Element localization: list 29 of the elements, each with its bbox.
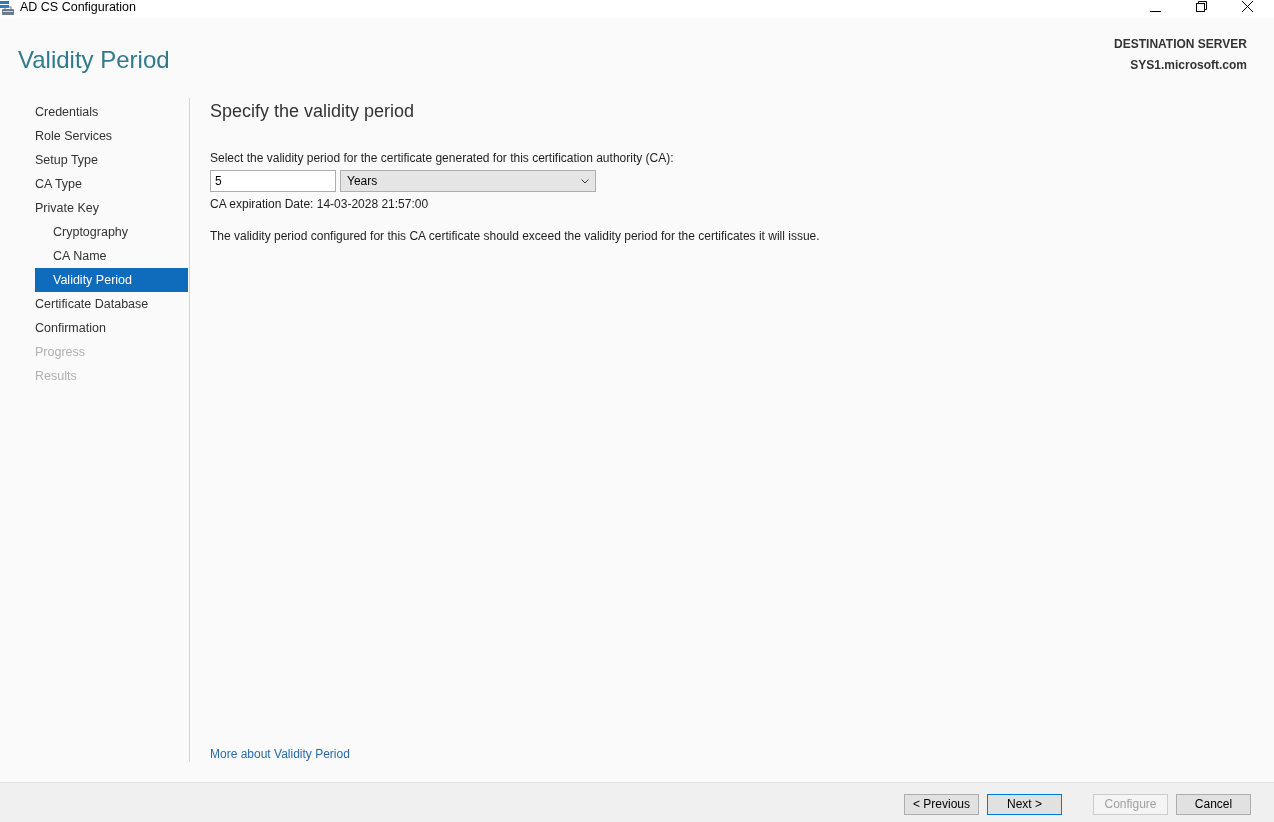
validity-prompt: Select the validity period for the certificate generated for this certification authority (CA): <box>210 151 674 165</box>
page-title: Validity Period <box>18 45 170 75</box>
validity-number-field[interactable]: 5 <box>210 170 336 192</box>
validity-note: The validity period configured for this CA certificate should exceed the validity period for the certificates it will issue. <box>210 229 820 243</box>
nav-item[interactable]: Cryptography <box>35 220 188 244</box>
nav-item[interactable]: Validity Period <box>35 268 188 292</box>
wizard-button[interactable]: Next > <box>987 793 1062 815</box>
nav-item[interactable]: CA Type <box>35 172 188 196</box>
nav-item[interactable]: Confirmation <box>35 316 188 340</box>
restore-icon <box>1195 0 1207 12</box>
section-heading: Specify the validity period <box>210 101 415 121</box>
help-link[interactable]: More about Validity Period <box>210 746 350 762</box>
wizard-button[interactable]: < Previous <box>904 793 979 815</box>
server-icon <box>0 0 15 15</box>
close-icon <box>1241 0 1253 12</box>
destination-server-name: SYS1.microsoft.com <box>1130 58 1247 73</box>
nav-item[interactable]: Certificate Database <box>35 292 188 316</box>
wizard-button[interactable]: Cancel <box>1176 793 1251 815</box>
nav-item[interactable]: CA Name <box>35 244 188 268</box>
minimize-icon <box>1149 10 1161 12</box>
nav-item[interactable]: Credentials <box>35 100 188 124</box>
nav-item[interactable]: Private Key <box>35 196 188 220</box>
expiration-date-text: CA expiration Date: 14-03-2028 21:57:00 <box>210 197 429 211</box>
window-title: AD CS Configuration <box>20 0 137 14</box>
chevron-down-icon <box>581 178 589 184</box>
destination-server-label: DESTINATION SERVER <box>1114 37 1247 52</box>
nav-item[interactable]: Role Services <box>35 124 188 148</box>
nav-item[interactable]: Setup Type <box>35 148 188 172</box>
period-unit-dropdown[interactable]: Years <box>340 170 596 192</box>
